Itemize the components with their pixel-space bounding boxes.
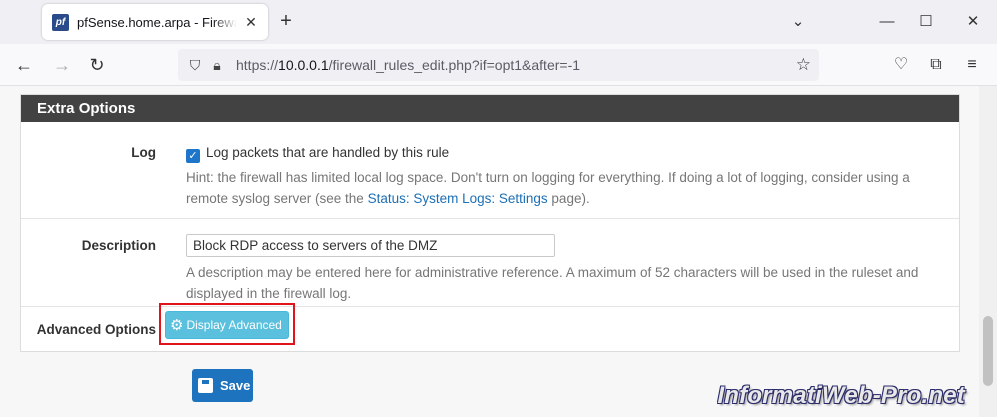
description-input[interactable] xyxy=(186,234,555,257)
list-all-tabs-icon[interactable]: ⌄ xyxy=(788,12,808,32)
pfsense-favicon-icon: pf xyxy=(52,13,69,31)
browser-titlebar: pf pfSense.home.arpa - Firewall: Rules: … xyxy=(0,0,997,44)
new-tab-button[interactable]: + xyxy=(276,11,296,31)
pocket-icon[interactable]: ♡ xyxy=(889,53,913,77)
description-field: A description may be entered here for ad… xyxy=(186,234,951,304)
bookmark-star-icon[interactable]: ☆ xyxy=(796,55,811,75)
watermark-logo: InformatiWeb-Pro.net xyxy=(717,382,965,409)
display-advanced-button[interactable]: ⚙ Display Advanced xyxy=(165,311,289,339)
menu-icon[interactable]: ≡ xyxy=(960,53,984,77)
advanced-options-label: Advanced Options xyxy=(36,322,156,337)
gear-icon: ⚙ xyxy=(170,317,184,334)
browser-navbar: ← → ↻ ⛉ 🔒︎ https://10.0.0.1/firewall_rul… xyxy=(0,44,997,86)
system-logs-settings-link[interactable]: Status: System Logs: Settings xyxy=(368,191,548,206)
log-hint: Hint: the firewall has limited local log… xyxy=(186,170,910,206)
shield-icon[interactable]: ⛉ xyxy=(186,56,204,74)
tab-title: pfSense.home.arpa - Firewall: Rules: Edi… xyxy=(77,14,237,30)
highlight-box: ⚙ Display Advanced xyxy=(159,303,295,345)
description-row: Description A description may be entered… xyxy=(21,219,959,307)
browser-tab[interactable]: pf pfSense.home.arpa - Firewall: Rules: … xyxy=(42,4,268,40)
description-label: Description xyxy=(81,238,156,253)
url-text[interactable]: https://10.0.0.1/firewall_rules_edit.php… xyxy=(236,57,580,73)
log-checkbox[interactable]: ✓ xyxy=(186,149,200,163)
minimize-icon[interactable]: — xyxy=(877,12,897,32)
panel-heading: Extra Options xyxy=(21,95,959,122)
page-content: Extra Options Log ✓ Log packets that are … xyxy=(0,86,997,417)
log-label: Log xyxy=(131,145,156,160)
display-advanced-label: Display Advanced xyxy=(186,318,282,332)
close-window-icon[interactable]: ✕ xyxy=(963,12,983,32)
log-field: ✓ Log packets that are handled by this ru… xyxy=(186,145,951,209)
forward-arrow-icon[interactable]: → xyxy=(50,53,74,77)
save-label: Save xyxy=(220,378,251,393)
close-tab-icon[interactable]: ✕ xyxy=(242,13,260,31)
scroll-thumb[interactable] xyxy=(983,316,993,386)
extensions-icon[interactable]: ⧉ xyxy=(924,53,948,77)
url-bar[interactable]: ⛉ 🔒︎ https://10.0.0.1/firewall_rules_edi… xyxy=(178,49,819,81)
log-row: Log ✓ Log packets that are handled by thi… xyxy=(21,122,959,219)
log-checkbox-label: Log packets that are handled by this rul… xyxy=(206,145,450,160)
lock-icon[interactable]: 🔒︎ xyxy=(208,56,226,74)
reload-icon[interactable]: ↻ xyxy=(85,53,109,77)
log-checkbox-line[interactable]: ✓ Log packets that are handled by this ru… xyxy=(186,145,951,163)
scrollbar[interactable] xyxy=(979,86,997,417)
save-button[interactable]: Save xyxy=(192,369,253,402)
save-icon xyxy=(198,378,213,393)
back-arrow-icon[interactable]: ← xyxy=(12,53,36,77)
maximize-icon[interactable]: ☐ xyxy=(916,12,936,32)
description-hint: A description may be entered here for ad… xyxy=(186,265,919,301)
